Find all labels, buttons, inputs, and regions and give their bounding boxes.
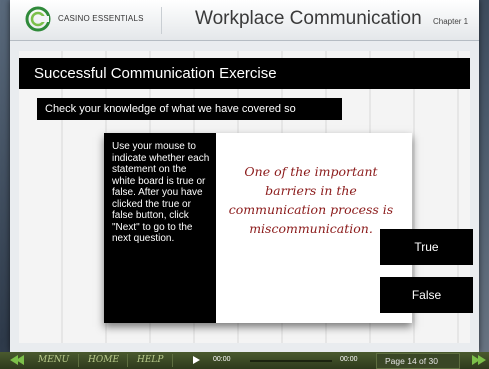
slide-subtitle: Check your knowledge of what we have cov… — [45, 103, 296, 115]
course-title: Workplace Communication — [195, 8, 422, 29]
exercise-panel: Use your mouse to indicate whether each … — [104, 133, 412, 323]
chapter-label: Chapter 1 — [433, 17, 469, 26]
current-time: 00:00 — [213, 356, 231, 363]
true-button[interactable]: True — [380, 229, 473, 265]
slide-title: Successful Communication Exercise — [34, 65, 277, 82]
page-indicator: Page 14 of 30 — [376, 353, 460, 369]
total-time: 00:00 — [340, 356, 358, 363]
media-player: 00:00 00:00 — [180, 354, 368, 367]
header-divider — [161, 7, 162, 34]
home-link[interactable]: HOME — [88, 355, 119, 365]
casino-essentials-logo — [25, 6, 51, 32]
brand-name: CASINO ESSENTIALS — [58, 14, 144, 23]
play-icon[interactable] — [193, 356, 200, 364]
slide-title-bar: Successful Communication Exercise — [19, 58, 470, 89]
nav-divider — [172, 354, 173, 367]
menu-link[interactable]: MENU — [38, 355, 69, 365]
slide-subtitle-bar: Check your knowledge of what we have cov… — [37, 98, 342, 120]
course-frame: CASINO ESSENTIALS Workplace Communicatio… — [10, 0, 479, 352]
course-header: CASINO ESSENTIALS Workplace Communicatio… — [10, 0, 479, 41]
false-button[interactable]: False — [380, 277, 473, 313]
arrow-right-part — [478, 355, 486, 365]
page-indicator-text: Page 14 of 30 — [385, 356, 438, 366]
progress-bar[interactable] — [250, 360, 332, 362]
instructions-text: Use your mouse to indicate whether each … — [112, 141, 210, 244]
help-link[interactable]: HELP — [137, 355, 163, 365]
arrow-left-part — [16, 355, 24, 365]
nav-divider — [127, 354, 128, 367]
statement-text: One of the important barriers in the com… — [228, 164, 394, 236]
player-footer: MENU HOME HELP 00:00 00:00 Page 14 of 30 — [0, 352, 489, 369]
instructions-box: Use your mouse to indicate whether each … — [104, 133, 216, 323]
nav-divider — [78, 354, 79, 367]
